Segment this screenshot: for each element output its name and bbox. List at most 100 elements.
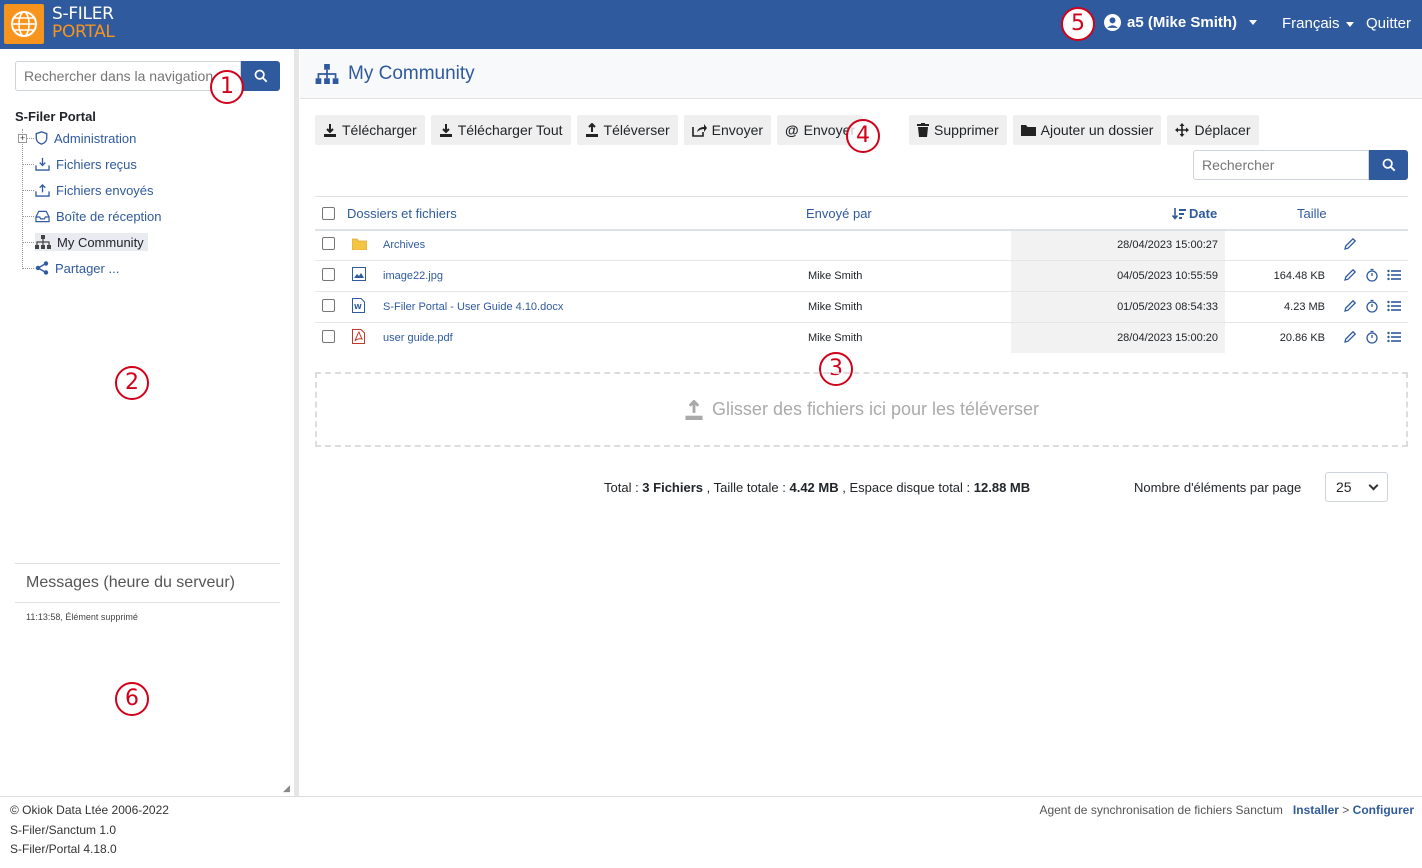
delete-button[interactable]: Supprimer — [909, 115, 1007, 145]
download-icon — [324, 124, 336, 137]
sidebar-item-label: Administration — [54, 130, 137, 146]
sidebar-item-received[interactable]: Fichiers reçus — [35, 155, 137, 173]
file-date: 01/05/2023 08:54:33 — [1117, 301, 1218, 313]
row-actions — [1343, 237, 1357, 251]
file-name[interactable]: S-Filer Portal - User Guide 4.10.docx — [383, 301, 563, 313]
upload-label: Téléverser — [603, 122, 670, 138]
download-button[interactable]: Télécharger — [315, 115, 425, 145]
file-sent-by: Mike Smith — [808, 332, 863, 344]
inbox-download-icon — [35, 157, 50, 171]
totals-summary: Total : 3 Fichiers , Taille totale : 4.4… — [604, 480, 1030, 495]
tree-guide-line — [22, 129, 23, 269]
quit-link[interactable]: Quitter — [1366, 15, 1411, 32]
totals-disk: 12.88 MB — [973, 480, 1031, 495]
totals-label: Total : — [604, 480, 643, 495]
edit-pencil-icon[interactable] — [1343, 330, 1357, 344]
sidebar-item-sent[interactable]: Fichiers envoyés — [35, 181, 154, 199]
edit-pencil-icon[interactable] — [1343, 237, 1357, 251]
table-row[interactable] — [315, 230, 1408, 261]
language-menu[interactable]: Français — [1282, 15, 1354, 32]
chevron-down-icon — [1368, 480, 1379, 490]
file-search-input[interactable] — [1193, 150, 1369, 180]
chevron-down-icon — [1249, 20, 1258, 25]
sidebar-splitter[interactable] — [294, 49, 299, 796]
inbox-icon — [35, 210, 50, 222]
tree-branch — [23, 164, 34, 165]
nav-search-button[interactable] — [241, 61, 280, 91]
per-page-select[interactable]: 25 — [1325, 472, 1388, 502]
logo-line-1: S-FILER — [52, 4, 114, 24]
add-folder-label: Ajouter un dossier — [1040, 122, 1154, 138]
file-date: 04/05/2023 10:55:59 — [1117, 270, 1218, 282]
divider — [15, 563, 280, 564]
file-name[interactable]: image22.jpg — [383, 270, 443, 282]
sitemap-icon — [35, 235, 51, 249]
copyright: © Okiok Data Ltée 2006-2022 — [10, 803, 169, 817]
download-all-button[interactable]: Télécharger Tout — [430, 115, 571, 145]
add-folder-button[interactable]: Ajouter un dossier — [1012, 115, 1162, 145]
stopwatch-icon[interactable] — [1365, 299, 1379, 313]
edit-pencil-icon[interactable] — [1343, 299, 1357, 313]
chevron-down-icon — [1345, 21, 1354, 27]
sidebar-item-my-community[interactable]: My Community — [35, 233, 148, 251]
user-name: a5 (Mike Smith) — [1127, 14, 1238, 31]
column-header-date[interactable]: Date — [1172, 206, 1217, 221]
folder-icon — [1020, 125, 1036, 136]
row-checkbox[interactable] — [322, 237, 335, 250]
file-name[interactable]: Archives — [383, 239, 425, 251]
list-icon[interactable] — [1387, 299, 1401, 313]
app-logo-text[interactable]: S-FILER PORTAL — [52, 5, 115, 41]
tree-branch — [23, 190, 34, 191]
nav-search-input[interactable] — [15, 61, 241, 91]
callout-6: 6 — [115, 682, 149, 716]
list-icon[interactable] — [1387, 268, 1401, 282]
move-button[interactable]: Déplacer — [1167, 115, 1259, 145]
tree-expand-icon[interactable]: + — [18, 134, 27, 143]
user-circle-icon — [1104, 14, 1121, 31]
column-header-name[interactable]: Dossiers et fichiers — [347, 206, 457, 221]
file-sent-by: Mike Smith — [808, 270, 863, 282]
stopwatch-icon[interactable] — [1365, 268, 1379, 282]
messages-title: Messages (heure du serveur) — [26, 574, 235, 591]
list-icon[interactable] — [1387, 330, 1401, 344]
totals-files: 3 Fichiers — [642, 480, 703, 495]
row-actions — [1343, 299, 1401, 313]
row-checkbox[interactable] — [322, 268, 335, 281]
column-header-sent-by[interactable]: Envoyé par — [806, 206, 872, 221]
file-date: 28/04/2023 15:00:27 — [1117, 239, 1218, 251]
row-checkbox[interactable] — [322, 299, 335, 312]
send-button[interactable]: Envoyer — [683, 115, 772, 145]
sidebar-item-label: My Community — [57, 234, 144, 250]
sidebar-item-share[interactable]: Partager ... — [35, 259, 119, 277]
file-search-button[interactable] — [1369, 150, 1408, 180]
edit-pencil-icon[interactable] — [1343, 268, 1357, 282]
stopwatch-icon[interactable] — [1365, 330, 1379, 344]
tree-root[interactable]: S-Filer Portal — [15, 109, 96, 124]
portal-version: S-Filer/Portal 4.18.0 — [10, 842, 117, 856]
trash-icon — [917, 123, 930, 137]
word-file-icon: W — [352, 298, 365, 313]
configure-link[interactable]: Configurer — [1353, 803, 1414, 817]
page-title: My Community — [314, 63, 475, 85]
upload-dropzone[interactable]: Glisser des fichiers ici pour les téléve… — [315, 372, 1408, 447]
file-name[interactable]: user guide.pdf — [383, 332, 453, 344]
sort-desc-icon — [1172, 207, 1186, 220]
callout-2: 2 — [115, 366, 149, 400]
toolbar: Télécharger Télécharger Tout Téléverser … — [315, 115, 1259, 145]
sidebar-item-inbox[interactable]: Boîte de réception — [35, 207, 162, 225]
per-page-value: 25 — [1336, 479, 1352, 495]
user-menu[interactable]: a5 (Mike Smith) — [1104, 14, 1258, 31]
sidebar-item-administration[interactable]: Administration — [35, 129, 136, 147]
globe-logo-icon[interactable] — [4, 4, 44, 44]
resize-grip-icon[interactable]: ◢ — [283, 783, 290, 794]
language-label: Français — [1282, 15, 1340, 32]
column-header-size[interactable]: Taille — [1297, 206, 1327, 221]
row-checkbox[interactable] — [322, 330, 335, 343]
totals-size-label: , Taille totale : — [703, 480, 790, 495]
upload-button[interactable]: Téléverser — [576, 115, 678, 145]
tree-branch — [23, 268, 34, 269]
file-size: 164.48 KB — [1273, 270, 1325, 282]
select-all-checkbox[interactable] — [322, 207, 335, 220]
install-link[interactable]: Installer — [1293, 803, 1339, 817]
callout-1: 1 — [210, 70, 244, 104]
